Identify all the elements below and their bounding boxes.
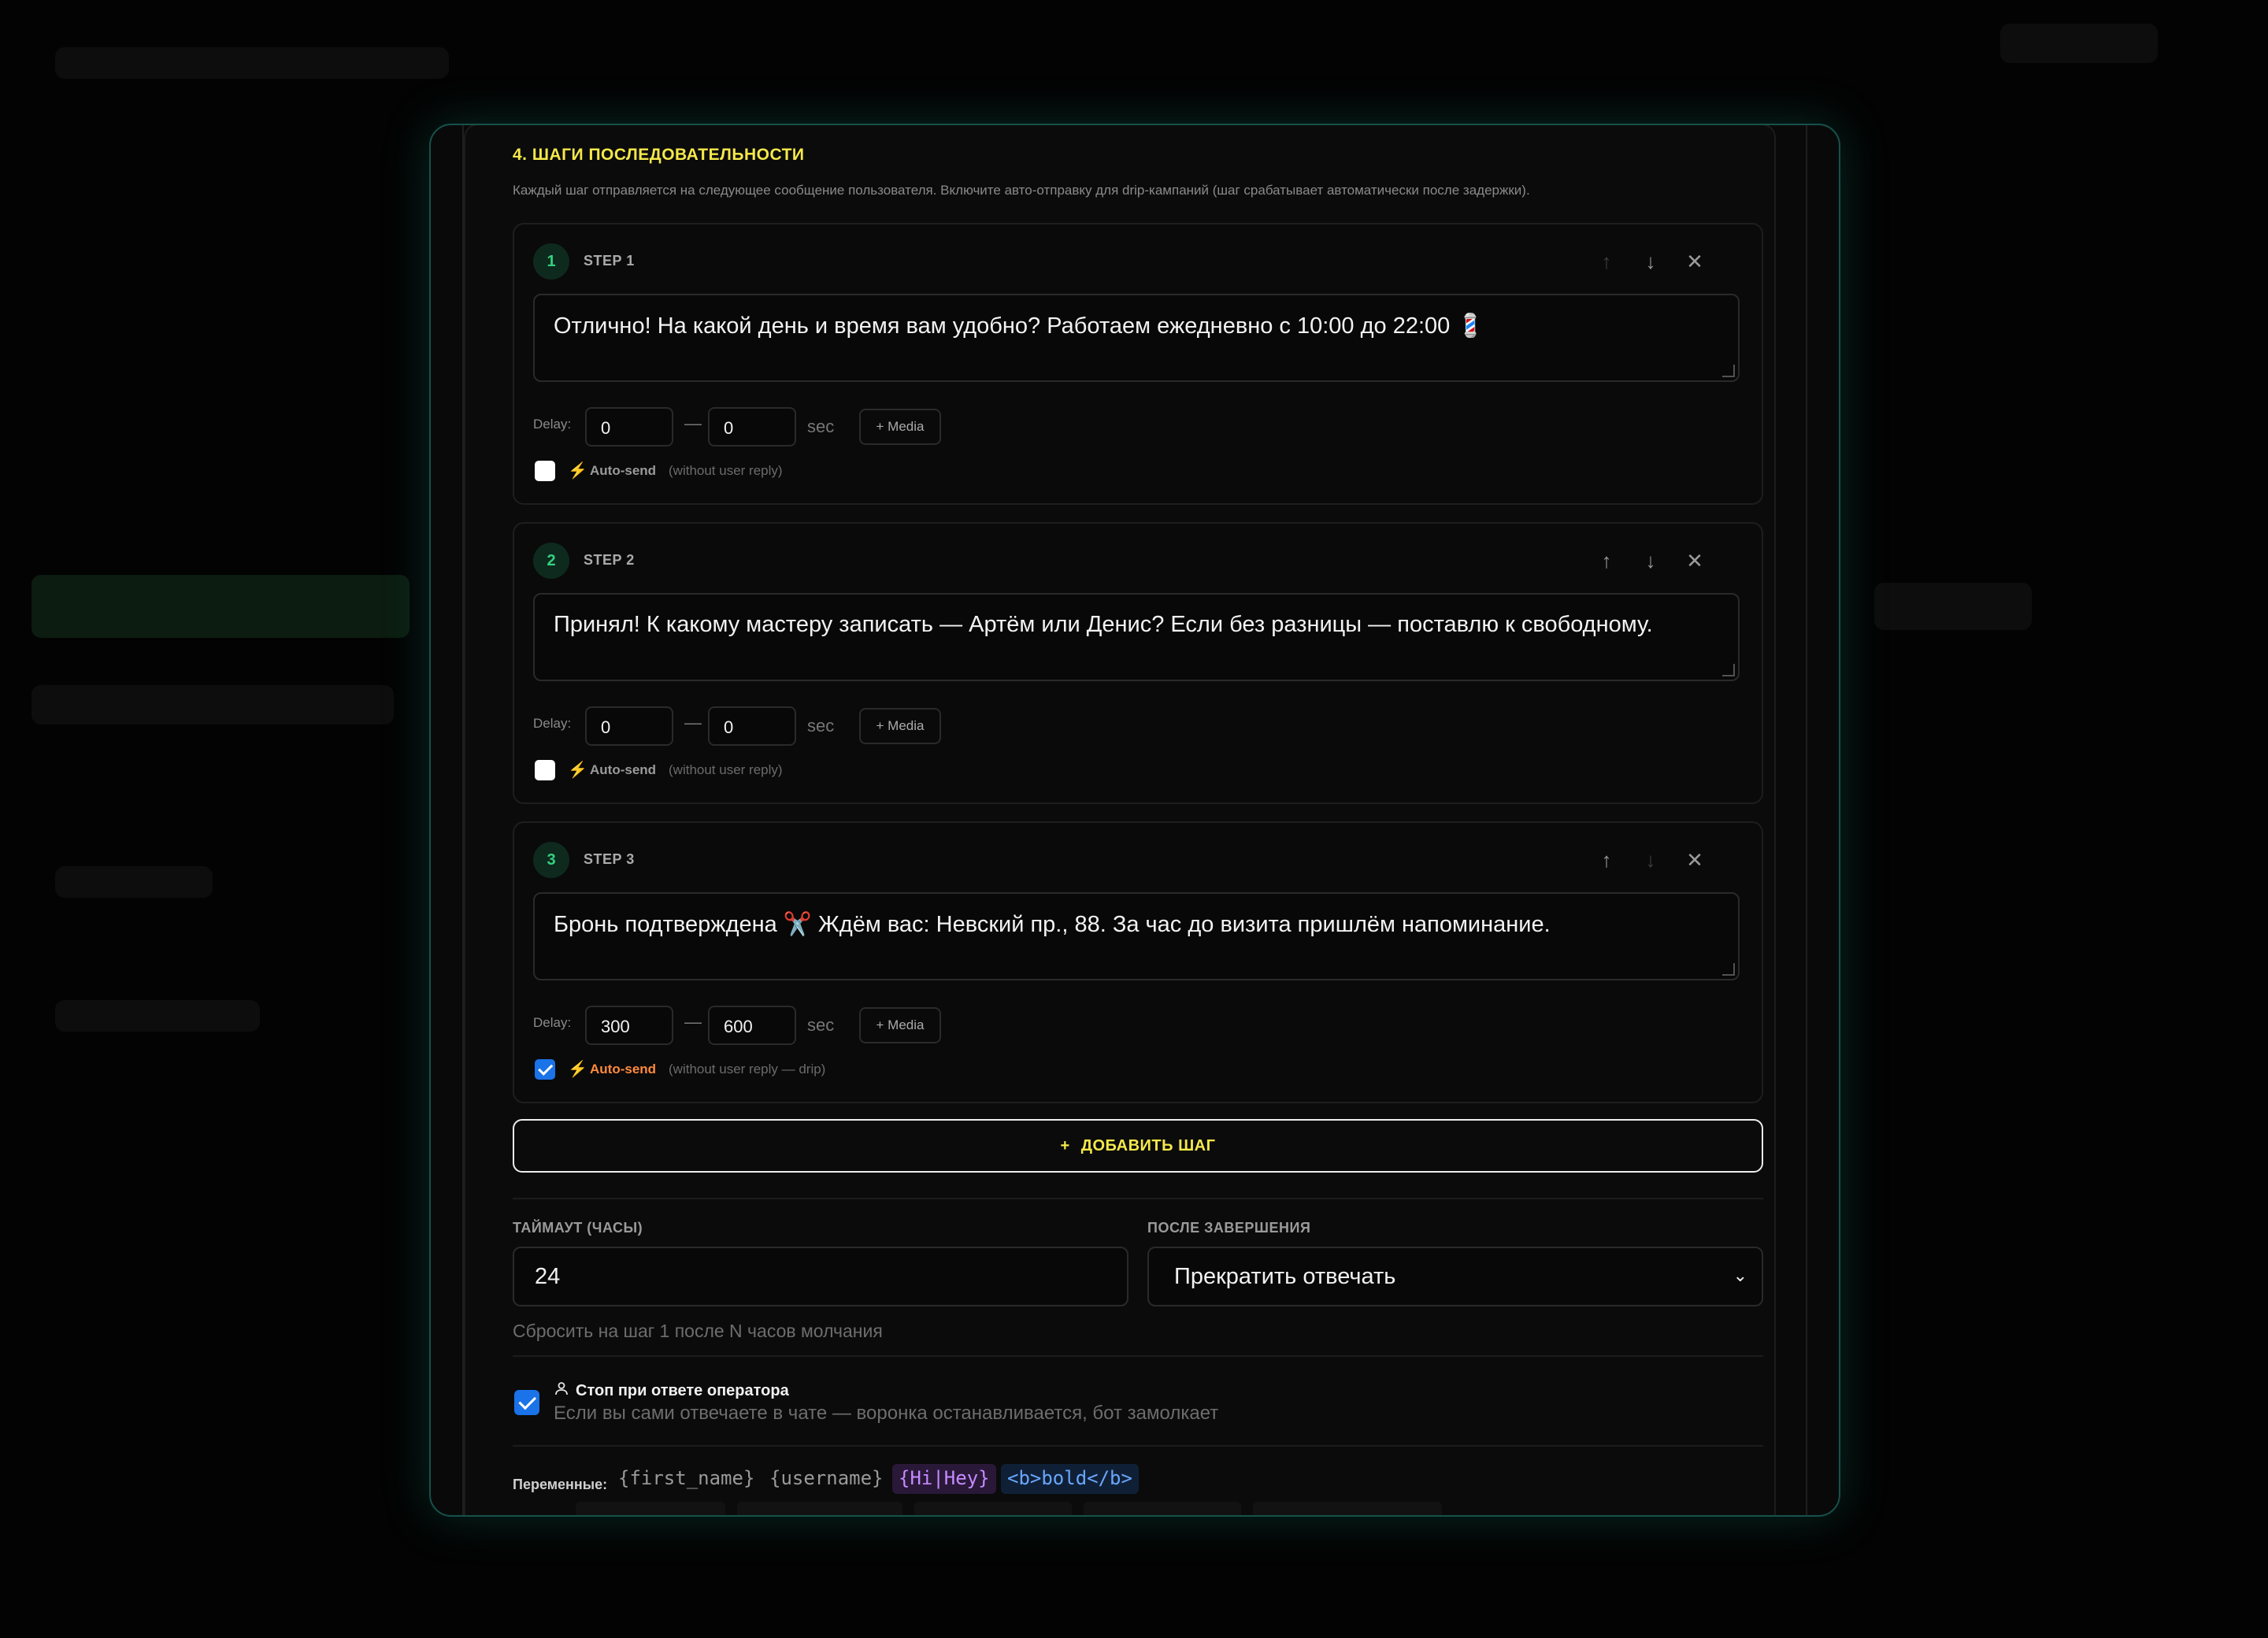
step-label: STEP 1: [584, 253, 635, 269]
add-media-button[interactable]: + Media: [859, 1007, 941, 1043]
move-down-icon[interactable]: ↓: [1637, 547, 1664, 574]
step-message-textarea[interactable]: Бронь подтверждена ✂️ Ждём вас: Невский …: [533, 892, 1740, 980]
close-icon[interactable]: ✕: [1681, 847, 1708, 873]
lightning-icon: ⚡: [568, 1061, 587, 1078]
variable-chip-truncated[interactable]: [914, 1502, 1072, 1515]
operator-stop-title: Стоп при ответе оператора: [576, 1381, 789, 1399]
timeout-hint: Сбросить на шаг 1 после N часов молчания: [513, 1321, 883, 1341]
variable-chip[interactable]: {Hi|Hey}: [892, 1464, 996, 1494]
delay-label: Delay:: [533, 716, 572, 731]
move-down-icon[interactable]: ↓: [1637, 248, 1664, 275]
delay-unit: sec: [807, 417, 835, 436]
auto-send-note: (without user reply): [669, 463, 783, 478]
step-message-textarea[interactable]: Отлично! На какой день и время вам удобн…: [533, 294, 1740, 382]
delay-max-input[interactable]: 0: [708, 706, 796, 746]
lightning-icon: ⚡: [568, 762, 587, 779]
step-number-badge: 3: [533, 842, 569, 878]
resize-handle-icon[interactable]: [1722, 963, 1735, 976]
background-row-ghost: [32, 685, 394, 724]
move-up-icon[interactable]: ↑: [1593, 248, 1620, 275]
operator-stop-description: Если вы сами отвечаете в чате — воронка …: [554, 1403, 1219, 1424]
background-row-ghost: [55, 866, 213, 898]
sequence-panel: 4. ШАГИ ПОСЛЕДОВАТЕЛЬНОСТИ Каждый шаг от…: [464, 125, 1776, 1515]
add-media-button[interactable]: + Media: [859, 409, 941, 445]
auto-send-checkbox[interactable]: [535, 760, 555, 780]
divider: [513, 1445, 1763, 1447]
background-button-ghost: [1874, 583, 2032, 630]
step-number-badge: 2: [533, 543, 569, 579]
step-message-text: Отлично! На какой день и время вам удобн…: [554, 313, 1485, 339]
operator-stop-title-row: Стоп при ответе оператора: [554, 1380, 789, 1401]
variable-chip-truncated[interactable]: [1084, 1502, 1241, 1515]
background-button-ghost: [2000, 24, 2158, 63]
variables-label: Переменные:: [513, 1477, 608, 1492]
section-description: Каждый шаг отправляется на следующее соо…: [513, 183, 1530, 198]
add-media-button[interactable]: + Media: [859, 708, 941, 744]
after-finish-label: ПОСЛЕ ЗАВЕРШЕНИЯ: [1147, 1220, 1311, 1236]
step-message-textarea[interactable]: Принял! К какому мастеру записать — Артё…: [533, 593, 1740, 681]
delay-unit: sec: [807, 1015, 835, 1035]
variable-chip[interactable]: {first_name}: [612, 1464, 761, 1494]
section-title: 4. ШАГИ ПОСЛЕДОВАТЕЛЬНОСТИ: [513, 146, 805, 164]
divider: [513, 1198, 1763, 1199]
auto-send-note: (without user reply): [669, 762, 783, 777]
delay-range-dash: —: [684, 713, 702, 732]
plus-icon: +: [1060, 1136, 1070, 1154]
delay-label: Delay:: [533, 1015, 572, 1030]
delay-min-input[interactable]: 0: [585, 706, 673, 746]
auto-send-label: Auto-send: [590, 1062, 657, 1077]
close-icon[interactable]: ✕: [1681, 248, 1708, 275]
variable-chip-truncated[interactable]: [737, 1502, 902, 1515]
modal-rail-right: [1806, 125, 1807, 1515]
lightning-icon: ⚡: [568, 462, 587, 480]
delay-min-input[interactable]: 0: [585, 407, 673, 447]
auto-send-label: Auto-send: [590, 463, 657, 478]
resize-handle-icon[interactable]: [1722, 664, 1735, 676]
delay-range-dash: —: [684, 1012, 702, 1032]
move-up-icon[interactable]: ↑: [1593, 847, 1620, 873]
background-header-ghost: [55, 47, 449, 79]
resize-handle-icon[interactable]: [1722, 365, 1735, 377]
step-card-2: 2 STEP 2 ↑ ↓ ✕ Принял! К какому мастеру …: [513, 522, 1763, 804]
variable-chip-truncated[interactable]: [576, 1502, 725, 1515]
close-icon[interactable]: ✕: [1681, 547, 1708, 574]
step-label: STEP 2: [584, 552, 635, 568]
delay-max-input[interactable]: 0: [708, 407, 796, 447]
sequence-modal: 4. ШАГИ ПОСЛЕДОВАТЕЛЬНОСТИ Каждый шаг от…: [429, 124, 1840, 1517]
timeout-input[interactable]: 24: [513, 1247, 1128, 1306]
move-down-icon[interactable]: ↓: [1637, 847, 1664, 873]
delay-label: Delay:: [533, 417, 572, 432]
background-row-ghost: [55, 1000, 260, 1032]
variable-chip[interactable]: {username}: [763, 1464, 890, 1494]
step-number-badge: 1: [533, 243, 569, 280]
auto-send-label: Auto-send: [590, 762, 657, 777]
move-up-icon[interactable]: ↑: [1593, 547, 1620, 574]
delay-unit: sec: [807, 716, 835, 736]
auto-send-checkbox[interactable]: [535, 1059, 555, 1080]
chevron-down-icon: ⌄: [1732, 1266, 1747, 1285]
add-step-button[interactable]: + ДОБАВИТЬ ШАГ: [513, 1119, 1763, 1173]
auto-send-note: (without user reply — drip): [669, 1062, 826, 1077]
variable-chip[interactable]: <b>bold</b>: [1001, 1464, 1139, 1494]
variable-chip-truncated[interactable]: [1253, 1502, 1442, 1515]
step-message-text: Бронь подтверждена ✂️ Ждём вас: Невский …: [554, 912, 1551, 937]
delay-max-input[interactable]: 600: [708, 1006, 796, 1045]
add-step-label: ДОБАВИТЬ ШАГ: [1080, 1136, 1216, 1154]
delay-range-dash: —: [684, 413, 702, 433]
timeout-label: ТАЙМАУТ (ЧАСЫ): [513, 1220, 643, 1236]
user-icon: [554, 1380, 569, 1401]
step-card-3: 3 STEP 3 ↑ ↓ ✕ Бронь подтверждена ✂️ Ждё…: [513, 821, 1763, 1103]
step-message-text: Принял! К какому мастеру записать — Артё…: [554, 612, 1653, 637]
operator-stop-checkbox[interactable]: [514, 1390, 539, 1415]
after-finish-select[interactable]: Прекратить отвечать ⌄: [1147, 1247, 1763, 1306]
step-card-1: 1 STEP 1 ↑ ↓ ✕ Отлично! На какой день и …: [513, 223, 1763, 505]
step-label: STEP 3: [584, 851, 635, 867]
background-banner-ghost: [32, 575, 410, 638]
divider: [513, 1355, 1763, 1357]
after-finish-selected: Прекратить отвечать: [1174, 1264, 1396, 1289]
auto-send-checkbox[interactable]: [535, 461, 555, 481]
delay-min-input[interactable]: 300: [585, 1006, 673, 1045]
